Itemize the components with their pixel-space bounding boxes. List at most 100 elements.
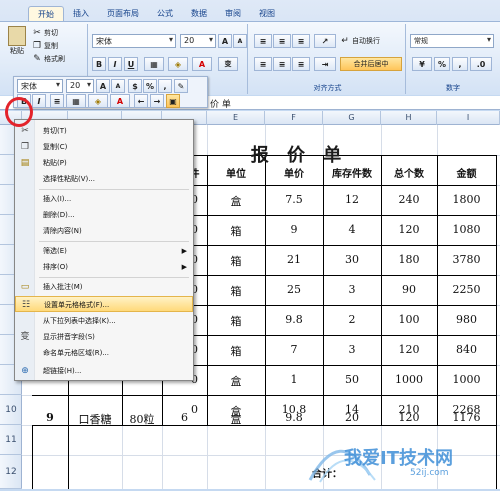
orientation-button[interactable]: ↗ [314,34,336,48]
column-header[interactable]: E [207,111,265,125]
tab-view[interactable]: 视图 [250,6,284,21]
mini-fill-button[interactable]: ◈ [88,94,108,108]
decimal-icon: .0 [476,59,486,69]
mini-size-combo[interactable]: 20 [66,79,94,93]
align-middle-button[interactable]: ≡ [273,34,291,48]
mini-merge-button[interactable]: ▣ [166,94,180,108]
menu-item-name-range[interactable]: 命名单元格区域(R)... [15,345,193,361]
tab-home[interactable]: 开始 [28,6,64,21]
shrink-font-button[interactable]: A [233,34,247,48]
phonetic-button[interactable]: 变 [218,57,238,71]
header-amount: 金额 [456,169,477,180]
mini-shrink-button[interactable]: A [111,79,125,93]
formula-input[interactable]: 价 单 [210,97,231,110]
ribbon-tabs: 开始 插入 页面布局 公式 数据 审阅 视图 [28,6,284,21]
column-header[interactable]: I [437,111,500,125]
paste-icon: ▤ [20,158,30,168]
header-stock: 库存件数 [332,169,372,180]
column-header[interactable]: G [323,111,381,125]
menu-item-copy[interactable]: ❐ 复制(C) [15,139,193,155]
align-bottom-button[interactable]: ≡ [292,34,310,48]
align-center-icon: ≡ [53,96,61,106]
menu-item-paste[interactable]: ▤ 粘贴(P) [15,155,193,171]
mini-comma-button[interactable]: , [158,79,172,93]
row-header[interactable]: 12 [0,455,22,489]
wrap-text-button[interactable]: ↵ 自动换行 [340,34,380,47]
menu-item-hyperlink[interactable]: ⊕ 超链接(H)... [15,363,193,379]
number-group: 常规 ¥ % , .0 数字 [408,24,498,94]
context-menu: ✂ 剪切(T) ❐ 复制(C) ▤ 粘贴(P) 选择性粘贴(V)... 插入(I)..… [14,119,194,381]
fill-color-button[interactable]: ◈ [168,57,188,71]
tab-formulas[interactable]: 公式 [148,6,182,21]
mini-grow-button[interactable]: A [96,79,110,93]
tab-page-layout[interactable]: 页面布局 [98,6,148,21]
underline-button[interactable]: U [124,57,138,71]
mini-center-button[interactable]: ≡ [50,94,64,108]
font-size-combo[interactable]: 20 [180,34,216,48]
row-header[interactable]: 11 [0,425,22,455]
scissors-icon: ✂ [33,27,41,38]
number-format-combo[interactable]: 常规 [410,34,494,48]
brush-icon: ✎ [177,81,185,91]
menu-item-pick-from-list[interactable]: 从下拉列表中选择(K)... [15,313,193,329]
menu-item-filter[interactable]: 筛选(E) ▶ [15,243,193,259]
orientation-icon: ↗ [321,36,329,46]
mini-borders-button[interactable]: ▦ [66,94,86,108]
grow-font-button[interactable]: A [218,34,232,48]
tab-review[interactable]: 审阅 [216,6,250,21]
menu-item-show-phonetic[interactable]: 变显示拼音字段(S) [15,329,193,345]
cut-button[interactable]: ✂ 剪切 [32,26,65,39]
align-top-button[interactable]: ≡ [254,34,272,48]
font-name-combo[interactable]: 宋体 [92,34,176,48]
mini-currency-button[interactable]: $ [128,79,142,93]
menu-item-paste-special[interactable]: 选择性粘贴(V)... [15,171,193,187]
menu-item-cut[interactable]: ✂ 剪切(T) [15,123,193,139]
align-left-button[interactable]: ≡ [254,57,272,71]
mini-font-combo[interactable]: 宋体 [17,79,63,93]
mini-decrease-decimal-button[interactable]: ← [134,94,148,108]
align-center-icon: ≡ [278,59,286,69]
indent-button[interactable]: ⇥ [314,57,336,71]
percent-button[interactable]: % [434,57,450,71]
mini-italic-button[interactable]: I [32,94,46,108]
menu-item-insert-comment[interactable]: ▭ 插入批注(M) [15,279,193,295]
bold-button[interactable]: B [92,57,106,71]
align-right-button[interactable]: ≡ [292,57,310,71]
mini-increase-decimal-button[interactable]: → [150,94,164,108]
format-painter-button[interactable]: ✎ 格式刷 [32,52,65,65]
column-header[interactable]: F [265,111,323,125]
paste-button[interactable]: 粘贴 [6,26,28,60]
column-header[interactable]: H [381,111,437,125]
mini-percent-button[interactable]: % [143,79,158,93]
menu-item-sort[interactable]: 排序(O) ▶ [15,259,193,275]
menu-item-format-cells[interactable]: ☷ 设置单元格格式(F)... [15,296,193,312]
borders-icon: ▦ [72,96,80,106]
format-cells-icon: ☷ [21,300,31,310]
menu-item-delete[interactable]: 删除(D)... [15,207,193,223]
align-left-icon: ≡ [259,59,267,69]
sheet-title: 报 价 单 [250,145,348,166]
mini-format-painter-button[interactable]: ✎ [174,79,188,93]
menu-item-insert[interactable]: 插入(I)... [15,191,193,207]
tab-data[interactable]: 数据 [182,6,216,21]
align-bottom-icon: ≡ [297,36,305,46]
row-header[interactable]: 10 [0,395,22,425]
highlight-circle [5,97,33,127]
copy-button[interactable]: ❐ 复制 [32,39,65,52]
menu-item-clear-contents[interactable]: 清除内容(N) [15,223,193,239]
font-color-button[interactable]: A [192,57,212,71]
fill-bucket-icon: ◈ [174,59,182,69]
decimal-button[interactable]: .0 [470,57,492,71]
mini-font-color-button[interactable]: A [110,94,130,108]
italic-button[interactable]: I [108,57,122,71]
align-center-button[interactable]: ≡ [273,57,291,71]
submenu-arrow-icon: ▶ [181,263,187,271]
copy-icon: ❐ [32,40,42,51]
header-price: 单价 [284,169,304,180]
merge-center-button[interactable]: 合并后居中 [340,57,402,71]
borders-button[interactable]: ▦ [144,57,164,71]
comma-button[interactable]: , [452,57,468,71]
header-unit: 单位 [226,169,246,180]
currency-button[interactable]: ¥ [412,57,432,71]
tab-insert[interactable]: 插入 [64,6,98,21]
